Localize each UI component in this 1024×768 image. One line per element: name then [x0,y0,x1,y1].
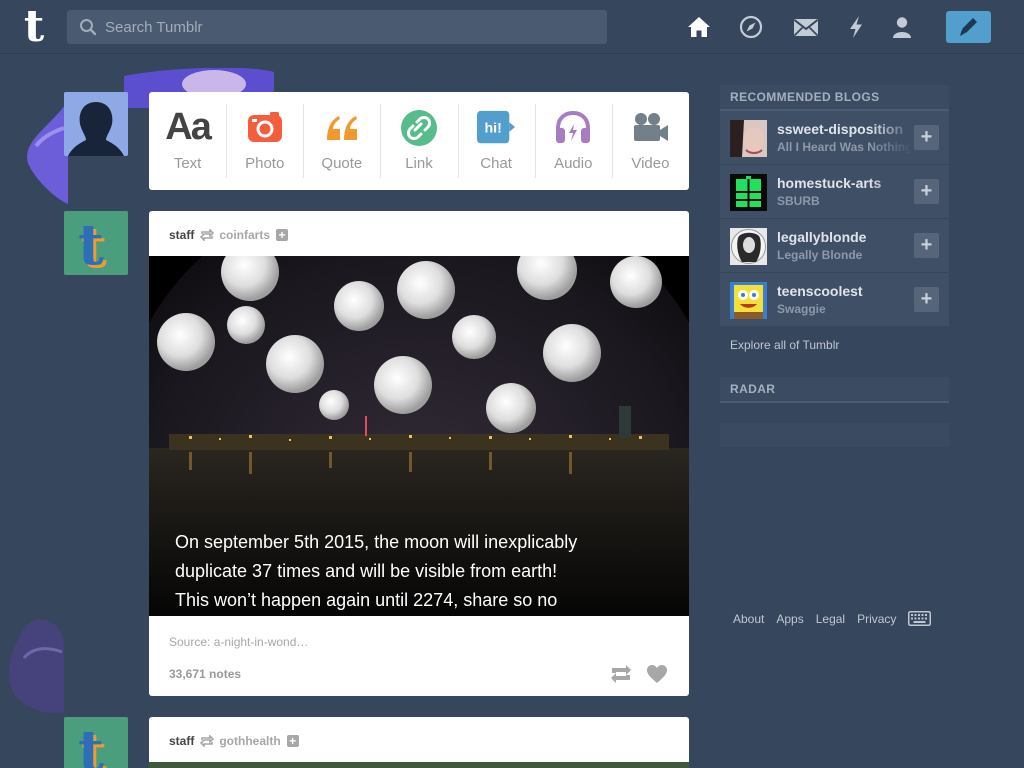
post-header: staff coinfarts + [169,227,289,243]
text-fade [870,165,914,218]
pencil-icon [960,18,977,36]
post-type-chat[interactable]: hi! Chat [457,92,535,190]
staff-logo-icon: t t [64,717,128,768]
follow-button[interactable]: + [914,179,939,204]
compose-button[interactable] [946,11,991,43]
post-author[interactable]: staff [169,733,194,749]
like-heart-icon[interactable] [645,662,669,686]
caption-line: This won’t happen again until 2274, shar… [175,590,558,610]
follow-plus-icon[interactable]: + [286,735,299,747]
follow-button[interactable]: + [914,233,939,258]
footer-link-apps[interactable]: Apps [776,612,803,626]
reblog-icon [200,229,215,241]
blog-avatar [730,282,767,319]
post-type-label: Link [405,155,433,172]
mail-icon[interactable] [792,14,820,40]
recommended-blog[interactable]: legallyblonde Legally Blonde + [720,219,949,273]
svg-text:t: t [78,212,104,275]
post-type-label: Video [631,155,670,172]
chat-glyph: hi! [485,121,502,137]
recommended-blog[interactable]: ssweet-disposition All I Heard Was Nothi… [720,111,949,165]
post-type-label: Chat [480,155,512,172]
post-photo[interactable]: On september 5th 2015, the moon will ine… [149,211,689,696]
post-header: staff gothhealth + [169,733,299,749]
video-camera-icon [634,113,669,141]
recommended-blog[interactable]: homestuck-arts SBURB + [720,165,949,219]
top-header: t [0,0,1024,54]
right-sidebar: RECOMMENDED BLOGS ssweet-disposition All… [720,85,949,447]
staff-avatar-2[interactable]: t t [64,717,128,768]
follow-button[interactable]: + [914,287,939,312]
chat-icon: hi! [477,110,516,144]
footer-link-about[interactable]: About [733,612,764,626]
reblog-button[interactable] [609,662,633,686]
post-type-audio[interactable]: Audio [534,92,612,190]
post-type-photo[interactable]: Photo [226,92,303,190]
post-type-selector: Aa Text Photo Quote Link hi! Chat Audio … [149,92,689,190]
lightning-icon[interactable] [843,14,869,40]
post-photo-partial[interactable] [149,762,689,768]
staff-avatar[interactable]: t t [64,211,128,275]
post-type-label: Text [173,155,202,172]
text-icon: Aa [165,106,212,148]
tumblr-logo[interactable]: t [16,5,52,49]
search-bar[interactable] [67,10,607,44]
silhouette-icon [64,92,128,156]
reblogged-from[interactable]: coinfarts [219,227,270,243]
text-fade [870,111,914,164]
post-type-video[interactable]: Video [611,92,689,190]
reblog-icon [200,735,215,747]
follow-plus-icon[interactable]: + [276,229,289,241]
svg-text:t: t [78,718,104,768]
quote-icon [326,116,357,140]
keyboard-icon[interactable] [908,611,932,626]
radar-content[interactable] [720,423,949,447]
search-input[interactable] [105,10,595,44]
search-icon [80,19,97,36]
dashboard-post: staff coinfarts + On september 5th 2015,… [149,211,689,696]
home-icon[interactable] [686,14,712,40]
decorative-blob-bottom [8,619,65,714]
post-type-label: Quote [321,155,363,172]
blog-avatar [730,228,767,265]
explore-link[interactable]: Explore all of Tumblr [730,338,949,352]
blog-avatar [730,120,767,157]
caption-line: duplicate 37 times and will be visible f… [175,561,558,581]
compass-icon[interactable] [738,14,764,40]
camera-icon [247,112,282,142]
footer-links: About Apps Legal Privacy [733,611,932,626]
post-type-label: Audio [554,155,593,172]
post-type-text[interactable]: Aa Text [149,92,226,190]
post-type-quote[interactable]: Quote [303,92,380,190]
post-source[interactable]: Source: a-night-in-wond… [169,635,308,649]
recommended-blog[interactable]: teenscoolest Swaggie + [720,273,949,327]
headphones-icon [556,110,591,143]
text-fade [870,219,914,272]
footer-link-privacy[interactable]: Privacy [857,612,896,626]
image-caption: On september 5th 2015, the moon will ine… [175,528,635,644]
blog-avatar [730,174,767,211]
footer-link-legal[interactable]: Legal [816,612,845,626]
post-notes[interactable]: 33,671 notes [169,667,241,681]
radar-title: RADAR [720,377,949,403]
post-type-label: Photo [245,155,285,172]
post-author[interactable]: staff [169,227,194,243]
follow-button[interactable]: + [914,125,939,150]
caption-line: On september 5th 2015, the moon will ine… [175,532,578,552]
user-avatar[interactable] [64,92,128,156]
link-icon [400,110,437,146]
text-fade [870,273,914,326]
staff-logo-icon: t t [64,211,128,275]
account-icon[interactable] [889,14,915,40]
reblogged-from[interactable]: gothhealth [219,733,280,749]
post-type-link[interactable]: Link [380,92,457,190]
dashboard-post-2: staff gothhealth + [149,717,689,768]
recommended-blogs-title: RECOMMENDED BLOGS [720,85,949,111]
